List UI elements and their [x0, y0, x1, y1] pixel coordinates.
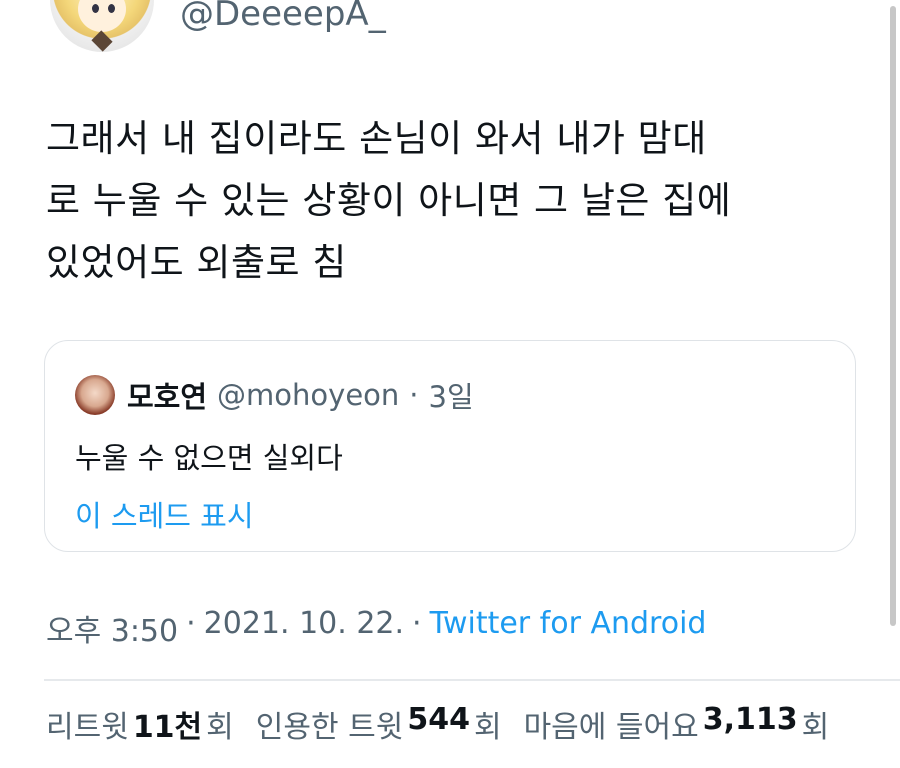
quoted-tweet-card[interactable]: 모호연 @mohoyeon · 3일 누울 수 없으면 실외다 이 스레드 표시: [44, 340, 856, 552]
tweet-meta: 오후 3:50 · 2021. 10. 22. · Twitter for An…: [46, 606, 706, 650]
scrollbar-thumb[interactable]: [890, 6, 896, 626]
retweets-label: 리트윗: [46, 710, 129, 745]
show-thread-link[interactable]: 이 스레드 표시: [75, 493, 254, 535]
quoted-author-avatar: [75, 375, 115, 415]
avatar-eye: [92, 4, 99, 13]
author-handle[interactable]: @DeeeepA_: [180, 0, 386, 34]
quote-tweets-stat[interactable]: 인용한 트윗 544 회: [256, 702, 502, 746]
tweet-stats: 리트윗 11천 회 인용한 트윗 544 회 마음에 들어요 3,113 회: [46, 702, 829, 746]
quote-tweets-suffix: 회: [473, 710, 502, 745]
avatar-bow: [91, 30, 113, 52]
tweet-text: 그래서 내 집이라도 손님이 와서 내가 맘대 로 누울 수 있는 상황이 아니…: [46, 108, 856, 294]
tweet-line: 있었어도 외출로 침: [46, 241, 347, 284]
likes-suffix: 회: [801, 710, 830, 745]
likes-label: 마음에 들어요: [523, 710, 699, 745]
separator-dot: ·: [186, 606, 196, 641]
tweet-line: 로 누울 수 있는 상황이 아니면 그 날은 집에: [46, 179, 732, 222]
likes-stat[interactable]: 마음에 들어요 3,113 회: [524, 702, 830, 746]
quoted-author-name: 모호연: [127, 380, 208, 414]
tweet-time[interactable]: 오후 3:50: [46, 606, 178, 650]
quoted-tweet-text: 누울 수 없으면 실외다: [75, 441, 343, 475]
retweets-suffix: 회: [206, 710, 234, 745]
author-avatar[interactable]: [50, 0, 154, 52]
separator-dot: ·: [412, 606, 422, 641]
divider: [44, 679, 900, 681]
quote-tweets-label: 인용한 트윗: [255, 710, 404, 745]
quoted-author-handle: @mohoyeon: [217, 378, 400, 412]
quote-tweets-count: 544: [407, 702, 470, 737]
tweet-date[interactable]: 2021. 10. 22.: [204, 606, 404, 650]
retweets-stat[interactable]: 리트윗 11천 회: [46, 702, 234, 746]
tweet-line: 그래서 내 집이라도 손님이 와서 내가 맘대: [46, 117, 707, 160]
likes-count: 3,113: [702, 702, 798, 737]
retweets-count: 11천: [132, 710, 203, 745]
separator-dot: ·: [409, 378, 419, 412]
avatar-face: [78, 0, 126, 32]
tweet-source-link[interactable]: Twitter for Android: [430, 606, 707, 650]
quoted-tweet-time: 3일: [428, 380, 474, 414]
quoted-tweet-header: 모호연 @mohoyeon · 3일: [127, 375, 474, 415]
avatar-eye: [108, 4, 115, 13]
scrollbar[interactable]: [890, 0, 896, 768]
